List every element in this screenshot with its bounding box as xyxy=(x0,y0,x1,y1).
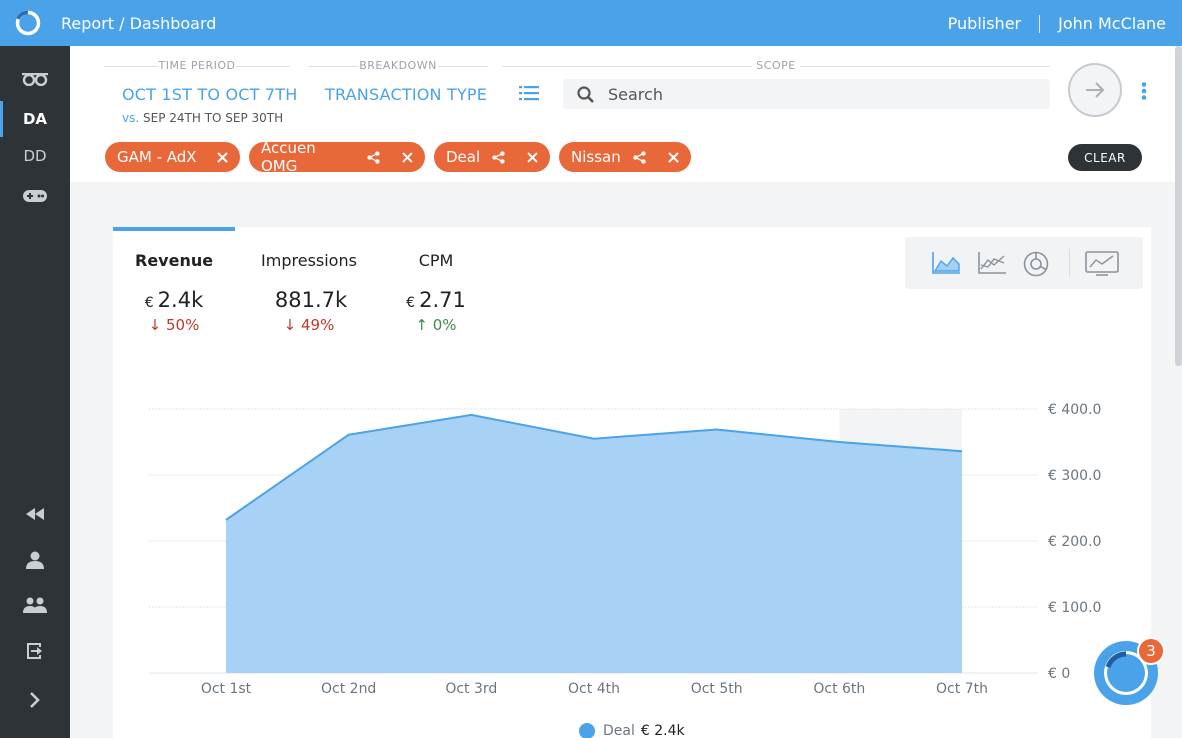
y-tick-label: € 200.0 xyxy=(1048,534,1101,550)
close-icon[interactable] xyxy=(668,151,679,163)
scrollbar[interactable] xyxy=(1175,46,1182,366)
metric-change: ↑ 0% xyxy=(415,316,457,334)
x-tick-label: Oct 7th xyxy=(936,681,988,697)
close-icon[interactable] xyxy=(527,151,538,163)
sidebar-item-label: DD xyxy=(23,147,47,165)
y-tick-label: € 100.0 xyxy=(1048,600,1101,616)
user-icon xyxy=(26,551,44,569)
close-icon[interactable] xyxy=(402,151,413,163)
apply-button[interactable] xyxy=(1068,63,1122,117)
pie-chart-icon[interactable] xyxy=(1023,251,1049,277)
y-tick-label: € 0 xyxy=(1048,666,1070,682)
series-area xyxy=(226,414,962,673)
x-tick-label: Oct 1st xyxy=(201,681,252,697)
metric-change: ↓ 50% xyxy=(148,316,200,334)
filter-chips-row: GAM - AdX Accuen OMG Deal Nissan CLEAR xyxy=(70,136,1182,182)
metric-value: €2.4k xyxy=(144,288,204,312)
filter-chip[interactable]: GAM - AdX xyxy=(105,142,240,172)
list-icon[interactable] xyxy=(519,85,539,101)
top-divider xyxy=(1039,14,1041,33)
metric-value: €2.71 xyxy=(406,288,466,312)
chart-type-switcher xyxy=(905,237,1143,289)
user-menu[interactable]: John McClane xyxy=(1058,14,1166,33)
users-icon xyxy=(23,597,47,613)
glasses-icon xyxy=(22,73,48,86)
close-icon[interactable] xyxy=(217,151,228,163)
metric-label: Revenue xyxy=(135,251,214,270)
more-vertical-icon[interactable] xyxy=(1141,82,1147,100)
report-card: Revenue €2.4k ↓ 50% Impressions 881.7k ↓… xyxy=(113,227,1151,738)
share-icon[interactable] xyxy=(633,150,646,164)
page-title: Report / Dashboard xyxy=(61,14,217,33)
rewind-icon xyxy=(26,508,44,520)
sidebar-item-glasses[interactable] xyxy=(0,61,70,97)
sidebar: DA DD xyxy=(0,46,70,738)
filter-chip[interactable]: Nissan xyxy=(559,142,691,172)
area-chart-icon[interactable] xyxy=(931,251,961,275)
breakdown-label: BREAKDOWN xyxy=(308,59,488,72)
logo-icon[interactable] xyxy=(14,9,42,37)
clear-filters-button[interactable]: CLEAR xyxy=(1068,144,1142,171)
x-tick-label: Oct 3rd xyxy=(445,681,497,697)
x-tick-label: Oct 4th xyxy=(568,681,620,697)
filter-header: TIME PERIOD OCT 1ST TO OCT 7TH vs. SEP 2… xyxy=(70,46,1182,136)
chart-legend[interactable]: Deal € 2.4k xyxy=(579,723,685,738)
gamepad-icon xyxy=(23,190,47,202)
switcher-divider xyxy=(1069,249,1070,277)
chip-label: GAM - AdX xyxy=(117,148,197,166)
share-icon[interactable] xyxy=(492,150,505,164)
sidebar-item-gamepad[interactable] xyxy=(0,178,70,214)
tab-impressions[interactable]: Impressions 881.7k ↓ 49% xyxy=(257,251,361,334)
revenue-chart: € 0 € 100.0 € 200.0 € 300.0 € 400.0 Oct 1st Oc… xyxy=(149,402,1101,697)
legend-total: € 2.4k xyxy=(640,723,685,738)
compare-prefix: vs. xyxy=(122,111,140,125)
logout-icon xyxy=(27,643,42,659)
sidebar-item-label: DA xyxy=(22,110,48,128)
metric-label: Impressions xyxy=(261,251,357,270)
search-input[interactable] xyxy=(608,79,1038,109)
time-period-selector[interactable]: OCT 1ST TO OCT 7TH xyxy=(122,85,297,104)
compare-period[interactable]: vs. SEP 24TH TO SEP 30TH xyxy=(122,111,283,125)
line-chart-icon[interactable] xyxy=(977,251,1007,275)
tab-revenue[interactable]: Revenue €2.4k ↓ 50% xyxy=(135,251,213,334)
chip-label: Accuen OMG xyxy=(261,139,316,175)
metric-value: 881.7k xyxy=(274,288,348,312)
time-period-label: TIME PERIOD xyxy=(104,59,290,72)
x-tick-label: Oct 5th xyxy=(691,681,743,697)
scope-label: SCOPE xyxy=(502,59,1050,72)
active-tab-indicator xyxy=(113,227,235,231)
tab-cpm[interactable]: CPM €2.71 ↑ 0% xyxy=(401,251,471,334)
sidebar-item-logout[interactable] xyxy=(0,633,70,669)
role-menu[interactable]: Publisher xyxy=(948,14,1021,33)
filter-chip[interactable]: Deal xyxy=(434,142,550,172)
breakdown-selector[interactable]: TRANSACTION TYPE xyxy=(325,85,487,104)
share-icon[interactable] xyxy=(367,150,380,164)
search-box xyxy=(563,79,1050,109)
sidebar-item-dd[interactable]: DD xyxy=(0,138,70,174)
monitor-chart-icon[interactable] xyxy=(1085,251,1119,277)
chip-label: Nissan xyxy=(571,148,621,166)
metric-label: CPM xyxy=(418,251,454,270)
sidebar-item-rewind[interactable] xyxy=(0,496,70,532)
legend-swatch xyxy=(579,723,595,738)
x-tick-label: Oct 6th xyxy=(813,681,865,697)
sidebar-item-profile[interactable] xyxy=(0,542,70,578)
filter-chip[interactable]: Accuen OMG xyxy=(249,139,425,175)
chip-label: Deal xyxy=(446,148,481,166)
top-bar: Report / Dashboard Publisher John McClan… xyxy=(0,0,1182,46)
sidebar-item-expand[interactable] xyxy=(0,682,70,718)
y-tick-label: € 400.0 xyxy=(1048,402,1101,418)
search-icon xyxy=(577,86,594,103)
chevron-right-icon xyxy=(30,692,40,708)
legend-series-name: Deal xyxy=(603,723,635,738)
notification-badge: 3 xyxy=(1137,637,1165,665)
y-tick-label: € 300.0 xyxy=(1048,468,1101,484)
sidebar-item-team[interactable] xyxy=(0,587,70,623)
metric-change: ↓ 49% xyxy=(283,316,335,334)
compare-value: SEP 24TH TO SEP 30TH xyxy=(143,111,284,125)
arrow-right-icon xyxy=(1086,82,1105,98)
x-tick-label: Oct 2nd xyxy=(321,681,376,697)
sidebar-item-da[interactable]: DA xyxy=(0,101,70,137)
